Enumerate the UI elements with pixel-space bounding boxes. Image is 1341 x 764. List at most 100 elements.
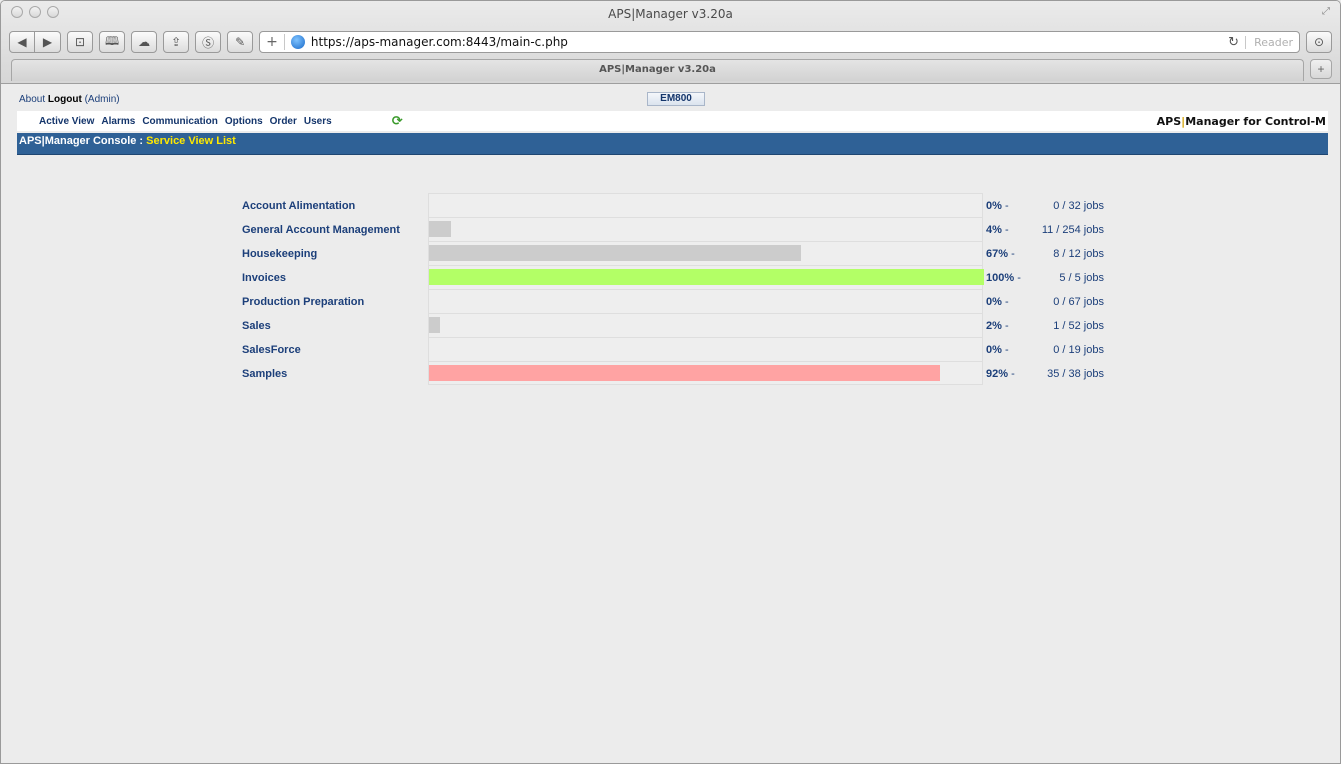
menu-alarms[interactable]: Alarms: [101, 116, 135, 127]
window-title: APS|Manager v3.20a: [608, 7, 733, 21]
service-jobs: 11 / 254 jobs: [1041, 224, 1104, 236]
progress-track: [428, 241, 983, 265]
progress-fill: [429, 365, 940, 381]
share-icon[interactable]: ⇪: [163, 31, 190, 53]
service-percent: 67% -: [986, 248, 1015, 260]
service-jobs: 0 / 67 jobs: [1053, 296, 1104, 308]
service-name[interactable]: Sales: [242, 320, 271, 332]
service-row[interactable]: Production Preparation 0% - 0 / 67 jobs: [242, 289, 1142, 313]
menu-users[interactable]: Users: [304, 116, 332, 127]
brand-right: Manager for Control-M: [1185, 114, 1326, 128]
service-row[interactable]: Housekeeping 67% - 8 / 12 jobs: [242, 241, 1142, 265]
progress-fill: [429, 317, 440, 333]
browser-toolbar: ◀ ▶ ⊡ 🕮 ☁ ⇪ Ⓢ ✎ + https://aps-manager.co…: [9, 29, 1332, 55]
service-percent: 0% -: [986, 200, 1009, 212]
service-name[interactable]: Samples: [242, 368, 287, 380]
user-links: About Logout (Admin): [19, 94, 120, 105]
percent-value: 4%: [986, 224, 1002, 236]
service-name[interactable]: General Account Management: [242, 224, 400, 236]
percent-value: 0%: [986, 200, 1002, 212]
refresh-icon[interactable]: ⟳: [392, 113, 403, 129]
tools-icon[interactable]: ✎: [227, 31, 254, 53]
progress-fill: [429, 245, 801, 261]
topsites-icon[interactable]: ⊡: [67, 31, 93, 53]
breadcrumb-page: Service View List: [146, 135, 236, 147]
percent-dash: -: [1001, 200, 1009, 212]
percent-value: 2%: [986, 320, 1002, 332]
percent-dash: -: [1001, 224, 1009, 236]
progress-track: [428, 265, 984, 289]
service-name[interactable]: Account Alimentation: [242, 200, 355, 212]
server-badge[interactable]: EM800: [647, 92, 705, 106]
reader-button[interactable]: Reader: [1245, 35, 1293, 49]
progress-fill: [429, 221, 451, 237]
percent-value: 92%: [986, 368, 1009, 380]
brand-left: APS: [1156, 114, 1182, 128]
service-percent: 0% -: [986, 344, 1009, 356]
service-row[interactable]: Invoices 100% - 5 / 5 jobs: [242, 265, 1142, 289]
about-link[interactable]: About: [19, 94, 45, 105]
percent-dash: -: [1014, 272, 1021, 284]
browser-window: APS|Manager v3.20a ⤢ ◀ ▶ ⊡ 🕮 ☁ ⇪ Ⓢ ✎ + h…: [0, 0, 1341, 764]
nav-buttons: ◀ ▶: [9, 31, 61, 53]
service-percent: 92% -: [986, 368, 1015, 380]
main-menu: Active View Alarms Communication Options…: [17, 111, 1328, 131]
add-bookmark-icon[interactable]: +: [266, 34, 285, 50]
service-jobs: 1 / 52 jobs: [1053, 320, 1104, 332]
logout-link[interactable]: Logout: [48, 94, 82, 105]
user-label: (Admin): [84, 94, 120, 105]
service-percent: 4% -: [986, 224, 1009, 236]
percent-value: 67%: [986, 248, 1009, 260]
bookmarks-icon[interactable]: 🕮: [99, 31, 126, 53]
service-row[interactable]: SalesForce 0% - 0 / 19 jobs: [242, 337, 1142, 361]
service-name[interactable]: Production Preparation: [242, 296, 364, 308]
url-text[interactable]: https://aps-manager.com:8443/main-c.php: [311, 35, 1222, 49]
percent-dash: -: [1008, 248, 1015, 260]
address-bar[interactable]: + https://aps-manager.com:8443/main-c.ph…: [259, 31, 1300, 53]
service-row[interactable]: Sales 2% - 1 / 52 jobs: [242, 313, 1142, 337]
menu-order[interactable]: Order: [270, 116, 297, 127]
percent-dash: -: [1001, 320, 1009, 332]
downloads-icon[interactable]: ⊙: [1306, 31, 1332, 53]
active-tab[interactable]: APS|Manager v3.20a: [11, 59, 1304, 81]
tab-bar: APS|Manager v3.20a +: [1, 59, 1340, 83]
service-name[interactable]: Housekeeping: [242, 248, 317, 260]
breadcrumb-prefix: APS|Manager Console :: [19, 135, 147, 147]
service-row[interactable]: Samples 92% - 35 / 38 jobs: [242, 361, 1142, 385]
fullscreen-icon[interactable]: ⤢: [1322, 6, 1330, 17]
percent-value: 100%: [986, 272, 1015, 284]
percent-dash: -: [1008, 368, 1015, 380]
progress-track: [428, 337, 983, 361]
progress-track: [428, 361, 983, 385]
menu-communication[interactable]: Communication: [142, 116, 218, 127]
service-jobs: 35 / 38 jobs: [1047, 368, 1104, 380]
browser-titlebar: APS|Manager v3.20a ⤢ ◀ ▶ ⊡ 🕮 ☁ ⇪ Ⓢ ✎ + h…: [1, 1, 1340, 84]
percent-value: 0%: [986, 296, 1002, 308]
service-percent: 0% -: [986, 296, 1009, 308]
service-jobs: 0 / 19 jobs: [1053, 344, 1104, 356]
reload-icon[interactable]: ↻: [1228, 35, 1239, 50]
menu-active-view[interactable]: Active View: [39, 116, 94, 127]
service-row[interactable]: Account Alimentation 0% - 0 / 32 jobs: [242, 193, 1142, 217]
icloud-icon[interactable]: ☁: [131, 31, 158, 53]
percent-value: 0%: [986, 344, 1002, 356]
service-percent: 2% -: [986, 320, 1009, 332]
progress-track: [428, 193, 983, 217]
service-percent: 100% -: [986, 272, 1021, 284]
page-content: About Logout (Admin) EM800 Active View A…: [1, 85, 1340, 763]
skype-icon[interactable]: Ⓢ: [195, 31, 222, 53]
service-row[interactable]: General Account Management 4% - 11 / 254 j…: [242, 217, 1142, 241]
forward-icon[interactable]: ▶: [35, 31, 61, 53]
service-name[interactable]: Invoices: [242, 272, 286, 284]
console-breadcrumb: APS|Manager Console : Service View List: [17, 133, 1328, 155]
globe-icon: [290, 35, 305, 49]
back-icon[interactable]: ◀: [9, 31, 35, 53]
menu-options[interactable]: Options: [225, 116, 263, 127]
new-tab-icon[interactable]: +: [1310, 59, 1332, 79]
service-jobs: 5 / 5 jobs: [1059, 272, 1104, 284]
percent-dash: -: [1001, 296, 1009, 308]
service-name[interactable]: SalesForce: [242, 344, 301, 356]
percent-dash: -: [1001, 344, 1009, 356]
progress-track: [428, 289, 983, 313]
progress-track: [428, 217, 983, 241]
